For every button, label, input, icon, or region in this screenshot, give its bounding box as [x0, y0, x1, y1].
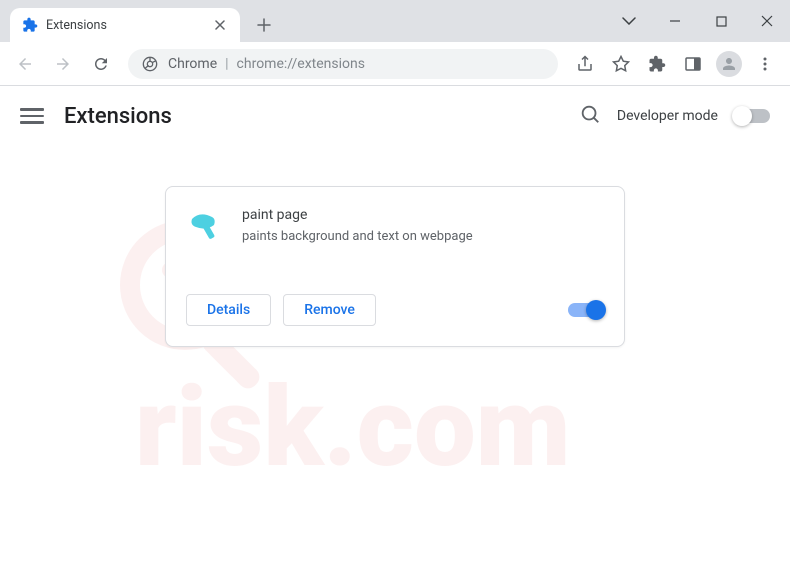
toolbar-actions	[568, 47, 782, 81]
svg-text:risk.com: risk.com	[135, 363, 571, 492]
profile-avatar[interactable]	[712, 47, 746, 81]
forward-button[interactable]	[46, 47, 80, 81]
extension-name: paint page	[242, 207, 473, 223]
window-titlebar: Extensions	[0, 0, 790, 42]
extension-card: paint page paints background and text on…	[165, 186, 625, 347]
extension-description: paints background and text on webpage	[242, 229, 473, 244]
developer-mode-toggle[interactable]	[734, 109, 770, 123]
tab-title: Extensions	[46, 18, 212, 33]
hamburger-menu-icon[interactable]	[20, 104, 44, 128]
page-content: PC risk.com Extensions Developer mode	[0, 86, 790, 583]
address-bar[interactable]: Chrome | chrome://extensions	[128, 49, 558, 79]
back-button[interactable]	[8, 47, 42, 81]
page-title: Extensions	[64, 104, 172, 129]
window-controls	[606, 0, 790, 42]
close-tab-icon[interactable]	[212, 17, 228, 33]
share-icon[interactable]	[568, 47, 602, 81]
close-window-button[interactable]	[744, 0, 790, 42]
extensions-icon[interactable]	[640, 47, 674, 81]
puzzle-icon	[22, 17, 38, 33]
bookmark-icon[interactable]	[604, 47, 638, 81]
page-header: Extensions Developer mode	[0, 86, 790, 146]
menu-icon[interactable]	[748, 47, 782, 81]
minimize-button[interactable]	[652, 0, 698, 42]
new-tab-button[interactable]	[250, 11, 278, 39]
url-divider: |	[225, 56, 228, 72]
toolbar: Chrome | chrome://extensions	[0, 42, 790, 86]
reload-button[interactable]	[84, 47, 118, 81]
maximize-button[interactable]	[698, 0, 744, 42]
extension-enable-toggle[interactable]	[568, 303, 604, 317]
url-prefix: Chrome	[168, 56, 217, 72]
remove-button[interactable]: Remove	[283, 294, 376, 326]
browser-tab[interactable]: Extensions	[10, 8, 240, 42]
url-text: chrome://extensions	[237, 56, 365, 72]
chrome-icon	[142, 56, 158, 72]
chevron-down-icon[interactable]	[606, 0, 652, 42]
developer-mode-label: Developer mode	[617, 108, 718, 124]
extension-app-icon	[186, 207, 222, 243]
search-icon[interactable]	[579, 103, 601, 129]
details-button[interactable]: Details	[186, 294, 271, 326]
sidebar-icon[interactable]	[676, 47, 710, 81]
